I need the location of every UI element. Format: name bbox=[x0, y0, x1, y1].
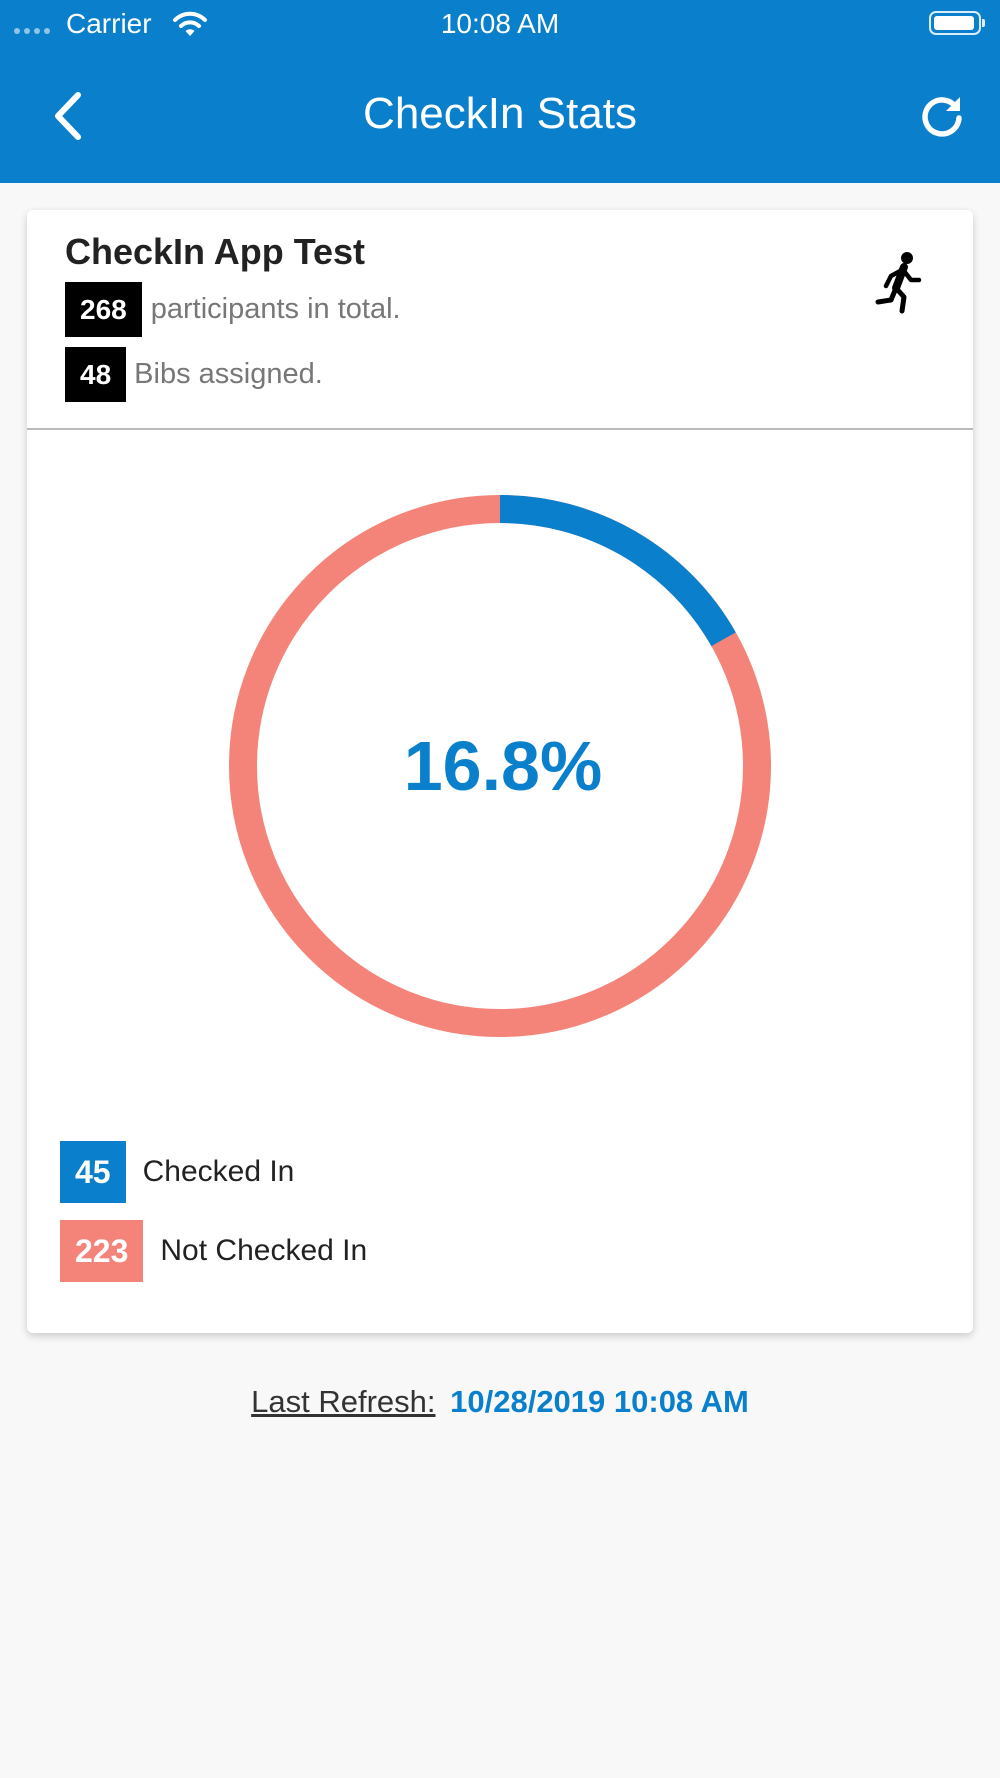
last-refresh-label: Last Refresh: bbox=[251, 1384, 436, 1419]
bibs-count-badge: 48 bbox=[65, 347, 127, 402]
runner-icon bbox=[875, 252, 922, 314]
bibs-label: Bibs assigned. bbox=[134, 358, 323, 390]
legend-not-checked-in: 223 Not Checked In bbox=[60, 1220, 367, 1282]
card-divider bbox=[27, 428, 973, 430]
checked-in-label: Checked In bbox=[142, 1155, 295, 1188]
app-header: Carrier 10:08 AM CheckIn Stats bbox=[0, 0, 1000, 183]
checkin-stats-card: CheckIn App Test 268 participants in tot… bbox=[27, 210, 973, 1333]
participants-row: 268 participants in total. bbox=[65, 282, 401, 337]
not-checked-in-count-badge: 223 bbox=[60, 1220, 144, 1282]
page-title: CheckIn Stats bbox=[363, 89, 637, 138]
status-time: 10:08 AM bbox=[440, 8, 560, 39]
not-checked-in-label: Not Checked In bbox=[160, 1234, 368, 1267]
battery-level bbox=[934, 16, 974, 30]
bibs-row: 48 Bibs assigned. bbox=[65, 347, 323, 402]
status-bar: Carrier 10:08 AM bbox=[0, 0, 1000, 48]
event-name: CheckIn App Test bbox=[65, 231, 366, 272]
refresh-icon bbox=[922, 97, 962, 137]
refresh-button[interactable] bbox=[912, 88, 972, 144]
legend-checked-in: 45 Checked In bbox=[60, 1141, 294, 1203]
checked-in-count-badge: 45 bbox=[60, 1141, 126, 1203]
last-refresh-info: Last Refresh: 10/28/2019 10:08 AM bbox=[0, 1380, 1000, 1424]
battery-cap bbox=[982, 19, 985, 27]
participants-count-badge: 268 bbox=[65, 282, 142, 337]
checkin-percentage: 16.8% bbox=[404, 727, 602, 805]
battery-icon bbox=[929, 11, 981, 35]
participants-label: participants in total. bbox=[150, 293, 401, 325]
donut-checked-in-arc bbox=[499, 495, 736, 647]
last-refresh-value: 10/28/2019 10:08 AM bbox=[450, 1384, 749, 1419]
checkin-donut-chart: 16.8% bbox=[229, 495, 771, 1037]
